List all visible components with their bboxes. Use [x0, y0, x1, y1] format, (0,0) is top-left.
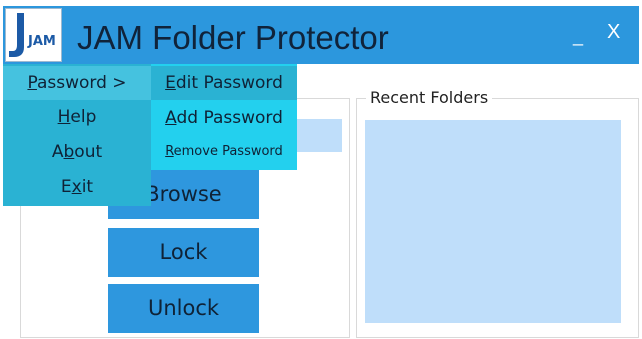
main-menu: Password > Help About Exit [3, 64, 151, 206]
menu-item-exit[interactable]: Exit [3, 170, 151, 204]
minimize-button[interactable]: _ [573, 24, 583, 48]
lock-button[interactable]: Lock [108, 228, 259, 277]
jam-logo-icon: JAM [9, 13, 56, 57]
submenu-item-edit-password[interactable]: Edit Password [151, 66, 297, 100]
password-submenu: Edit Password Add Password Remove Passwo… [151, 64, 297, 170]
title-bar: JAM JAM Folder Protector _ X [3, 6, 639, 64]
recent-folders-label: Recent Folders [366, 88, 493, 108]
menu-item-password[interactable]: Password > [3, 66, 151, 100]
app-logo: JAM [5, 8, 62, 62]
menu-item-help[interactable]: Help [3, 100, 151, 134]
unlock-button[interactable]: Unlock [108, 284, 259, 333]
window-title: JAM Folder Protector [77, 19, 389, 56]
submenu-item-remove-password[interactable]: Remove Password [151, 135, 297, 169]
recent-folders-list[interactable] [365, 120, 621, 323]
menu-item-about[interactable]: About [3, 135, 151, 169]
submenu-item-add-password[interactable]: Add Password [151, 101, 297, 135]
svg-text:JAM: JAM [27, 34, 56, 49]
close-button[interactable]: X [607, 20, 620, 44]
